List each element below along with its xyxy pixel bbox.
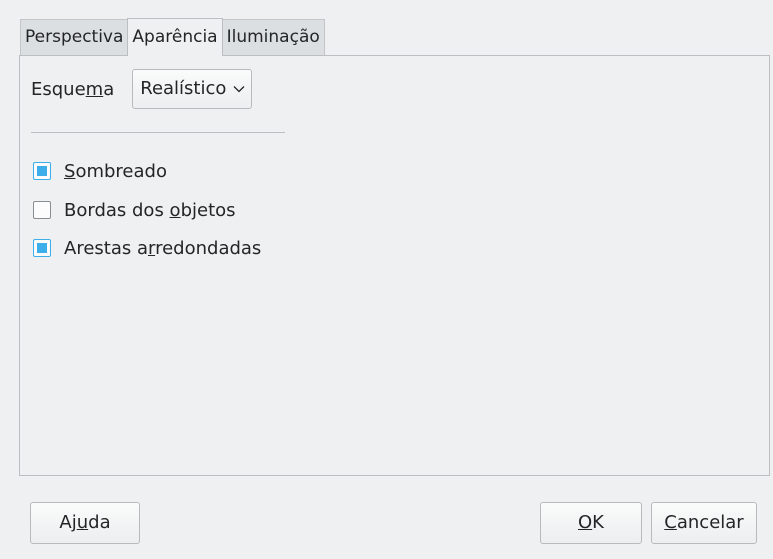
scheme-dropdown-value: Realístico	[140, 78, 227, 99]
chevron-down-icon	[233, 70, 245, 108]
tab-panel-aparencia: Esquema Realístico Sombreado Bordas dos …	[19, 55, 770, 476]
object-borders-checkbox[interactable]	[33, 201, 51, 219]
tab-aparencia[interactable]: Aparência	[127, 18, 223, 56]
scheme-row: Esquema Realístico	[31, 69, 253, 109]
object-borders-label: Bordas dos objetos	[64, 199, 236, 221]
shading-option[interactable]: Sombreado	[33, 157, 167, 185]
rounded-edges-option[interactable]: Arestas arredondadas	[33, 234, 261, 262]
rounded-edges-label: Arestas arredondadas	[64, 237, 262, 259]
scheme-dropdown[interactable]: Realístico	[132, 69, 253, 109]
3d-effects-dialog: Perspectiva Aparência Iluminação Esquema…	[0, 0, 773, 559]
scheme-label: Esquema	[31, 78, 115, 100]
help-button[interactable]: Ajuda	[30, 502, 140, 544]
ok-button[interactable]: OK	[540, 502, 642, 544]
shading-checkbox[interactable]	[33, 162, 51, 180]
tab-iluminacao[interactable]: Iluminação	[221, 19, 325, 56]
tab-bar: Perspectiva Aparência Iluminação	[20, 18, 325, 56]
cancel-button[interactable]: Cancelar	[651, 502, 757, 544]
shading-label: Sombreado	[64, 160, 167, 182]
separator	[31, 132, 285, 133]
object-borders-option[interactable]: Bordas dos objetos	[33, 196, 236, 224]
rounded-edges-checkbox[interactable]	[33, 239, 51, 257]
tab-perspectiva[interactable]: Perspectiva	[20, 19, 129, 56]
